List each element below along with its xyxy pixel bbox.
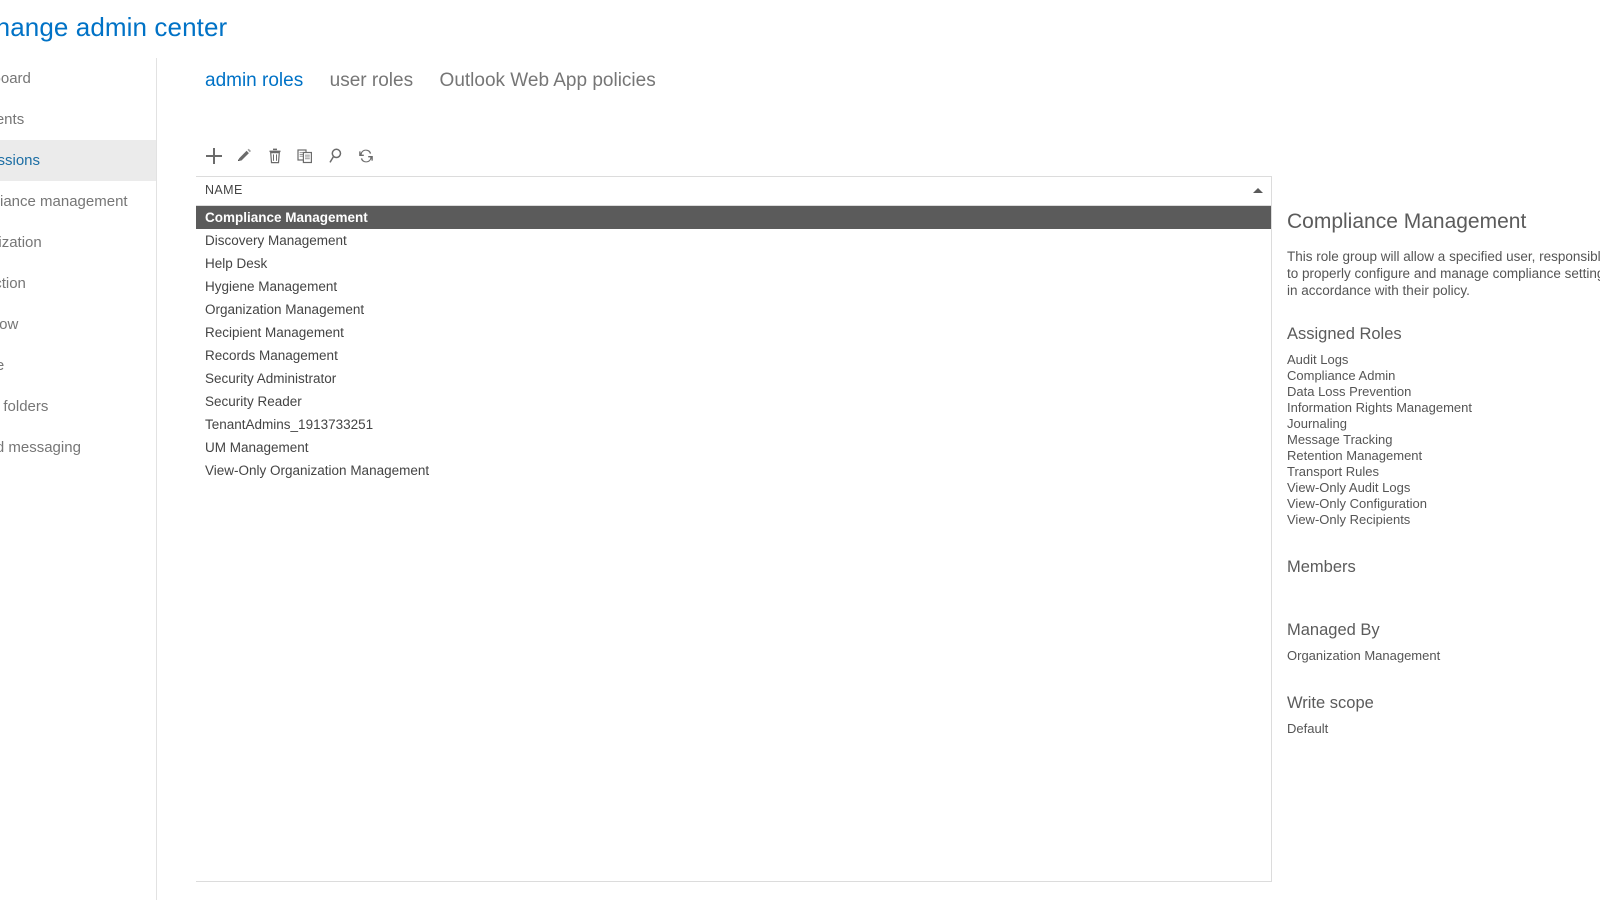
sidebar-item-organization[interactable]: organization	[0, 222, 156, 263]
table-row[interactable]: Compliance Management	[196, 206, 1271, 229]
sidebar-item-label: permissions	[0, 152, 41, 169]
tab-outlook-web-app-policies[interactable]: Outlook Web App policies	[440, 68, 656, 94]
sidebar-item-label: mail flow	[0, 316, 19, 333]
sidebar-item-label: dashboard	[0, 70, 31, 87]
delete-trash-icon[interactable]	[262, 144, 288, 170]
panel-divider	[1271, 176, 1272, 882]
table-row[interactable]: Security Reader	[196, 390, 1271, 413]
tab-admin-roles[interactable]: admin roles	[205, 68, 303, 94]
exchange-admin-center-app: Exchange admin center dashboard recipien…	[0, 0, 1600, 900]
sidebar-item-label: mobile	[0, 357, 5, 374]
table-row[interactable]: View-Only Organization Management	[196, 459, 1271, 482]
sort-ascending-icon[interactable]	[1253, 188, 1263, 193]
sidebar-item-label: protection	[0, 275, 26, 292]
sidebar-item-permissions[interactable]: permissions	[0, 140, 156, 181]
list-item: View-Only Configuration	[1287, 496, 1427, 511]
sidebar-item-public-folders[interactable]: public folders	[0, 386, 156, 427]
sidebar-item-label: recipients	[0, 111, 25, 128]
sidebar-item-compliance-management[interactable]: compliance management	[0, 181, 156, 222]
list-item: Audit Logs	[1287, 352, 1349, 367]
sidebar: dashboard recipients permissions complia…	[0, 58, 157, 900]
managed-by-section: Managed By Organization Management	[1287, 621, 1600, 664]
tab-bar: admin roles user roles Outlook Web App p…	[205, 68, 678, 102]
refresh-icon[interactable]	[353, 144, 379, 170]
content-area: admin roles user roles Outlook Web App p…	[157, 58, 1600, 900]
detail-title: Compliance Management	[1287, 210, 1527, 233]
list-item: Transport Rules	[1287, 464, 1379, 479]
write-scope-value: Default	[1287, 721, 1329, 736]
write-scope-label: Write scope	[1287, 694, 1374, 712]
sidebar-item-dashboard[interactable]: dashboard	[0, 58, 156, 99]
managed-by-label: Managed By	[1287, 621, 1380, 639]
copy-icon[interactable]	[292, 144, 318, 170]
assigned-roles-section: Assigned Roles Audit Logs Compliance Adm…	[1287, 325, 1600, 528]
sidebar-item-recipients[interactable]: recipients	[0, 99, 156, 140]
page-title: Exchange admin center	[0, 12, 228, 42]
list-item: View-Only Recipients	[1287, 512, 1411, 527]
list-column-header: NAME	[196, 177, 1271, 206]
table-row[interactable]: TenantAdmins_1913733251	[196, 413, 1271, 436]
sidebar-item-mobile[interactable]: mobile	[0, 345, 156, 386]
table-row[interactable]: Recipient Management	[196, 321, 1271, 344]
sidebar-item-unified-messaging[interactable]: unified messaging	[0, 427, 156, 468]
table-row[interactable]: Records Management	[196, 344, 1271, 367]
detail-description: This role group will allow a specified u…	[1287, 249, 1600, 298]
edit-pencil-icon[interactable]	[231, 144, 257, 170]
managed-by-value: Organization Management	[1287, 648, 1441, 663]
table-row[interactable]: Security Administrator	[196, 367, 1271, 390]
table-row[interactable]: Organization Management	[196, 298, 1271, 321]
add-icon[interactable]	[201, 144, 227, 170]
list-item: Compliance Admin	[1287, 368, 1396, 383]
details-pane: Compliance Management This role group wi…	[1287, 210, 1600, 767]
sidebar-item-label: compliance management	[0, 193, 128, 210]
table-row[interactable]: Help Desk	[196, 252, 1271, 275]
table-row[interactable]: UM Management	[196, 436, 1271, 459]
sidebar-item-protection[interactable]: protection	[0, 263, 156, 304]
roles-list: Compliance Management Discovery Manageme…	[196, 206, 1271, 482]
members-section: Members	[1287, 558, 1600, 577]
list-item: Message Tracking	[1287, 432, 1393, 447]
list-item: Retention Management	[1287, 448, 1423, 463]
sidebar-item-hybrid[interactable]: hybrid	[0, 468, 156, 509]
tab-user-roles[interactable]: user roles	[330, 68, 413, 94]
table-row[interactable]: Discovery Management	[196, 229, 1271, 252]
members-label: Members	[1287, 558, 1356, 576]
assigned-roles-list: Audit Logs Compliance Admin Data Loss Pr…	[1287, 352, 1600, 528]
list-toolbar	[201, 144, 379, 174]
column-header-name[interactable]: NAME	[205, 183, 243, 197]
write-scope-section: Write scope Default	[1287, 694, 1600, 737]
assigned-roles-label: Assigned Roles	[1287, 325, 1402, 343]
roles-list-panel: NAME Compliance Management Discovery Man…	[196, 176, 1271, 882]
sidebar-item-label: public folders	[0, 398, 49, 415]
list-item: Information Rights Management	[1287, 400, 1472, 415]
list-item: View-Only Audit Logs	[1287, 480, 1411, 495]
sidebar-item-label: hybrid	[0, 468, 156, 509]
table-row[interactable]: Hygiene Management	[196, 275, 1271, 298]
list-item: Data Loss Prevention	[1287, 384, 1412, 399]
sidebar-item-label: organization	[0, 234, 42, 251]
search-icon[interactable]	[323, 144, 349, 170]
suite-header: Exchange admin center	[0, 0, 1600, 58]
sidebar-item-mail-flow[interactable]: mail flow	[0, 304, 156, 345]
list-item: Journaling	[1287, 416, 1347, 431]
sidebar-item-label: unified messaging	[0, 439, 81, 456]
